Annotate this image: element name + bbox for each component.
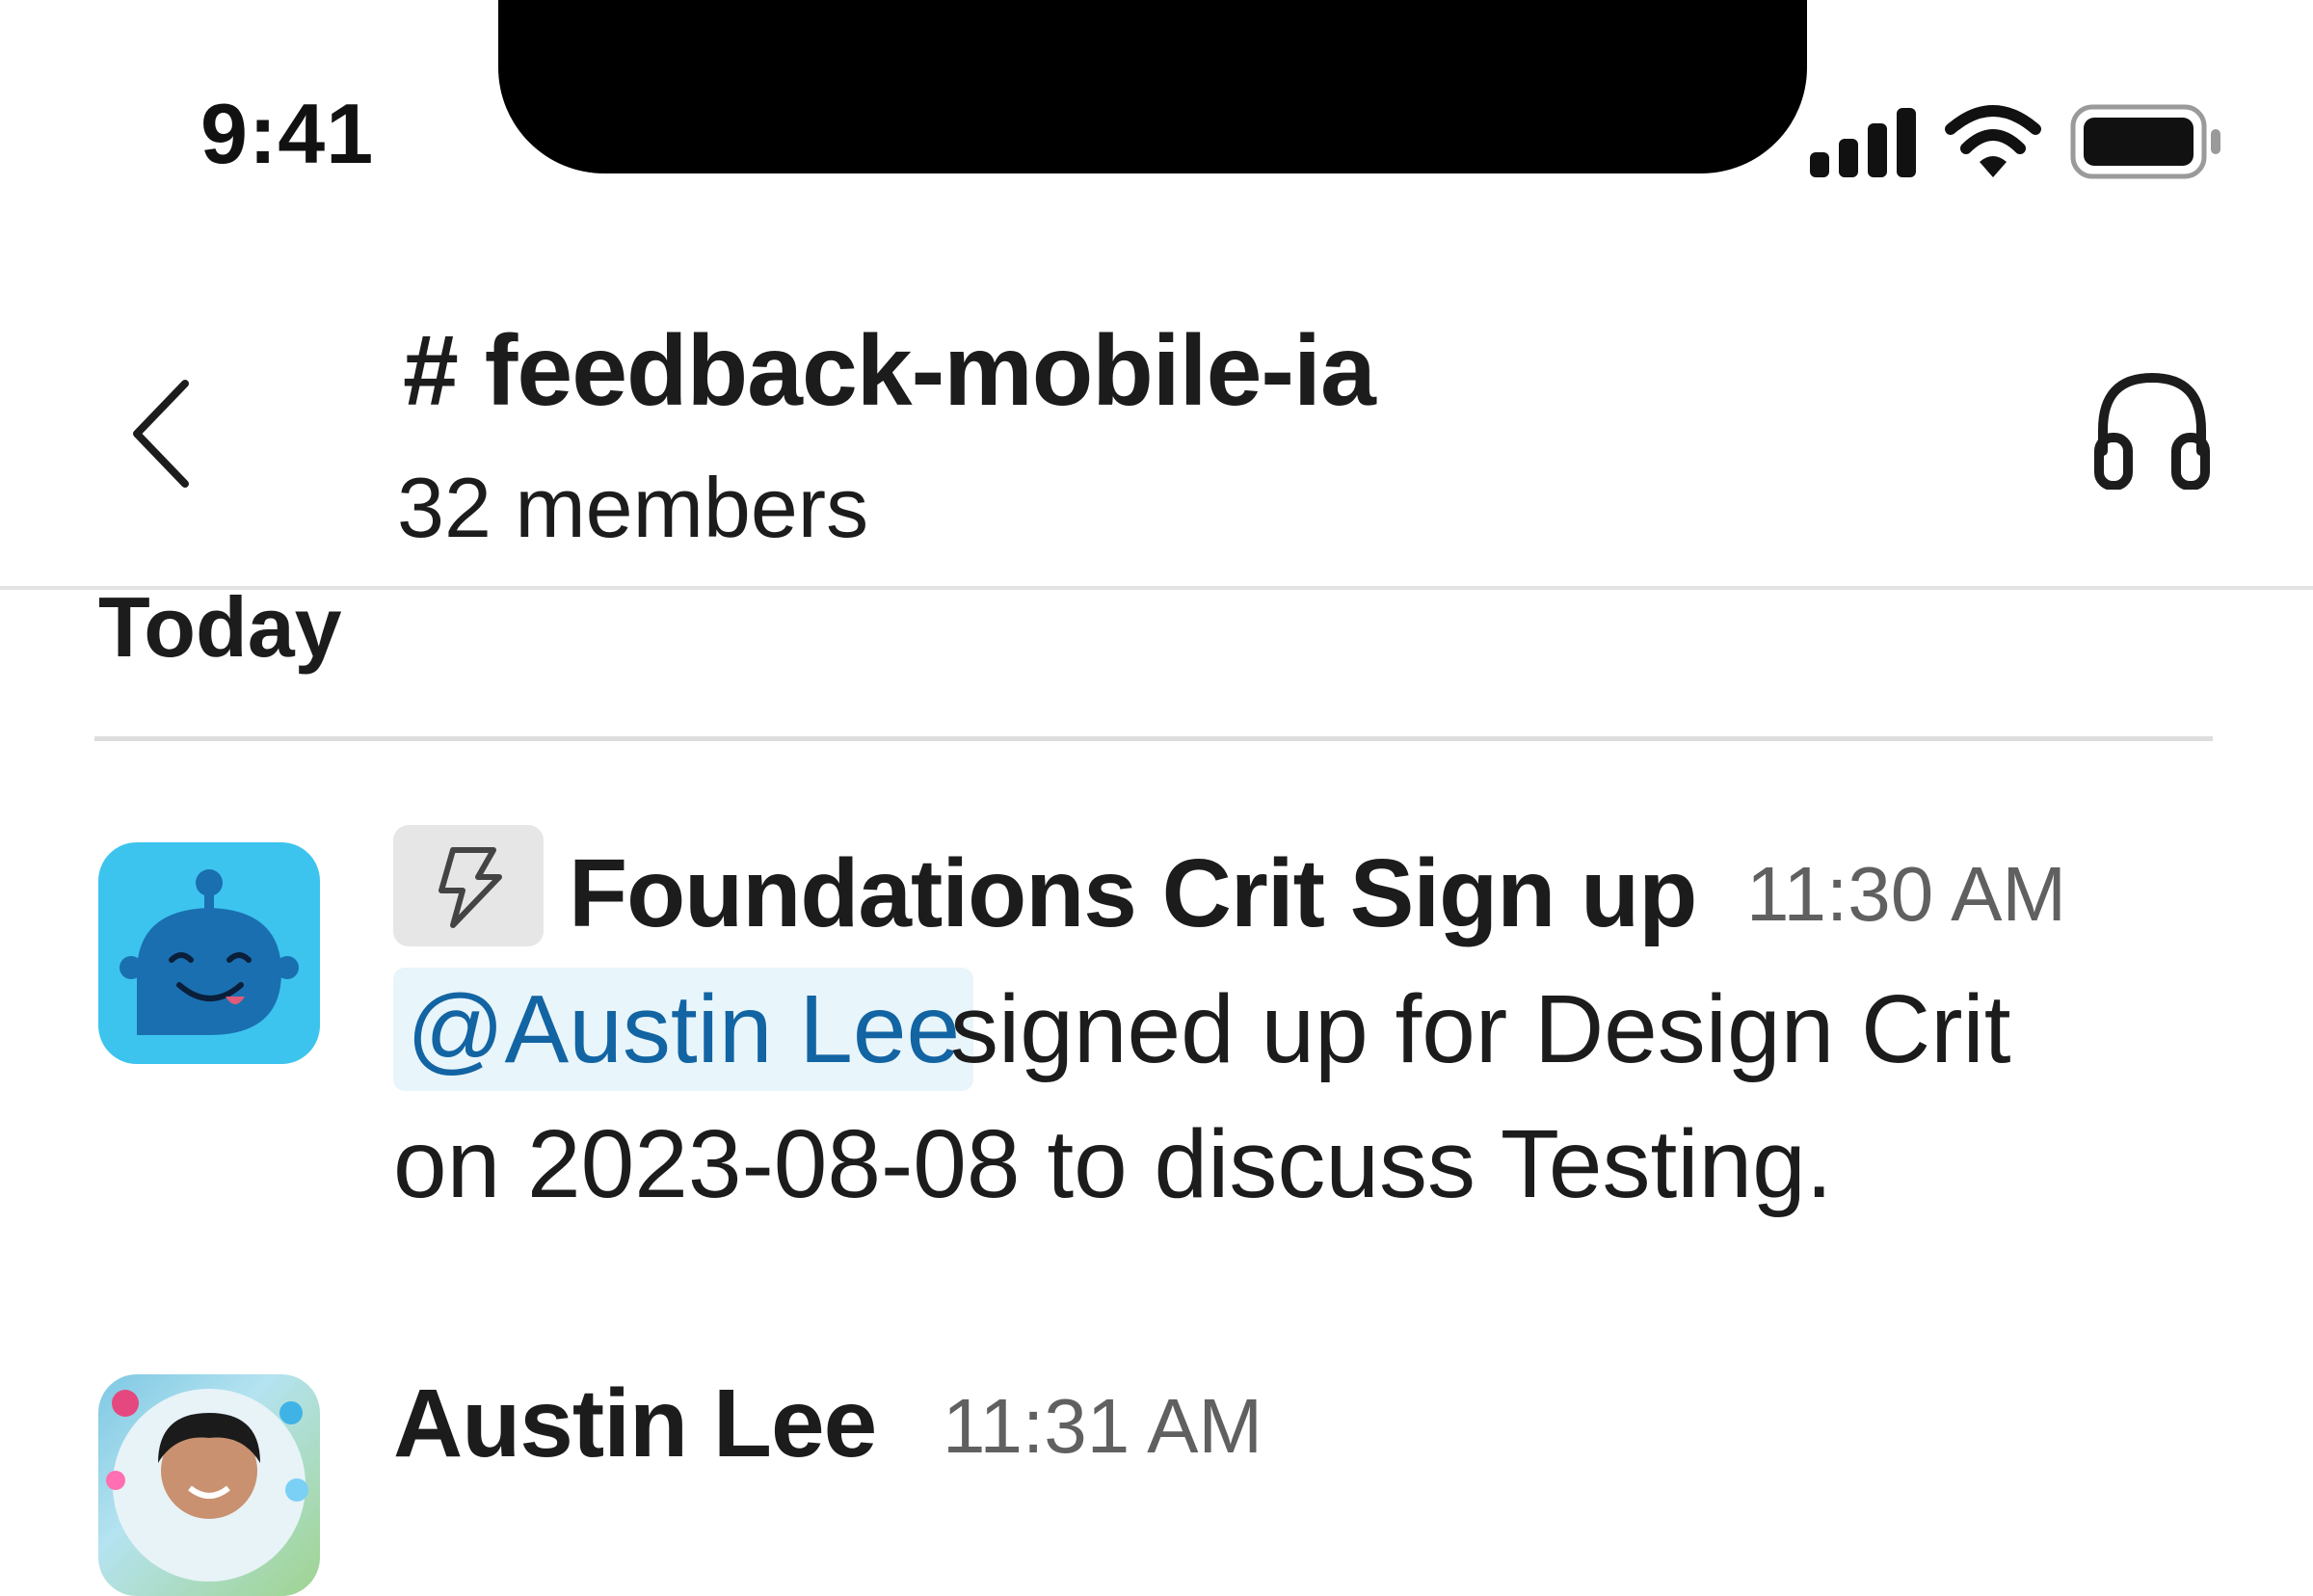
message-timestamp[interactable]: 11:30 AM xyxy=(1746,850,2066,939)
day-divider-rule xyxy=(94,736,2213,741)
header-divider xyxy=(0,586,2313,590)
avatar[interactable] xyxy=(98,1374,320,1596)
bot-avatar[interactable] xyxy=(98,842,320,1064)
lightning-bolt-icon xyxy=(439,847,502,928)
user-photo xyxy=(106,1389,308,1582)
message-text: signed up for Design Crit xyxy=(950,975,2011,1083)
device-notch xyxy=(498,0,1807,173)
user-mention[interactable]: @Austin Lee xyxy=(393,968,974,1091)
status-time: 9:41 xyxy=(200,86,375,181)
message-timestamp[interactable]: 11:31 AM xyxy=(943,1382,1263,1471)
wifi-icon xyxy=(1945,105,2041,177)
headphones-icon[interactable] xyxy=(2091,370,2213,490)
battery-icon xyxy=(2070,104,2220,179)
cellular-signal-icon xyxy=(1810,108,1916,177)
workflow-badge xyxy=(393,825,544,946)
message-text: on 2023-08-08 to discuss Testing. xyxy=(393,1110,1833,1218)
member-count[interactable]: 32 members xyxy=(397,459,868,557)
day-divider-label: Today xyxy=(98,579,342,675)
chevron-left-icon[interactable] xyxy=(125,376,202,492)
channel-title[interactable]: # feedback-mobile-ia xyxy=(403,314,1376,429)
robot-face-icon xyxy=(120,869,299,1035)
message-sender[interactable]: Austin Lee xyxy=(393,1369,877,1479)
message-sender[interactable]: Foundations Crit Sign up xyxy=(569,838,1697,949)
